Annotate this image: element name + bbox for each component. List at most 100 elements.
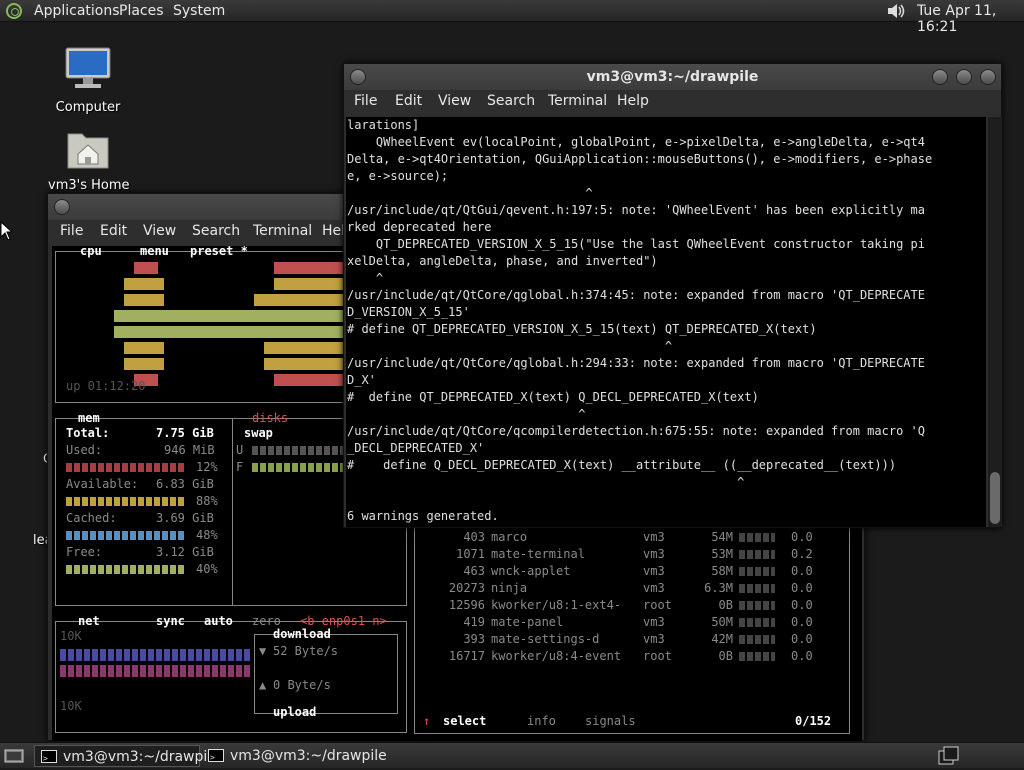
process-user: vm3 — [643, 581, 665, 595]
terminal-line: /usr/include/qt/QtCore/qglobal.h:294:33:… — [347, 356, 925, 370]
speaker-icon[interactable] — [886, 2, 906, 20]
process-pid: 393 — [463, 632, 485, 646]
process-row[interactable]: 1071 mate-terminal vm3 53M 0.2 — [415, 546, 845, 563]
process-cpu-bar — [739, 550, 775, 559]
process-cpu-bar — [739, 652, 775, 661]
process-cpu-bar — [739, 567, 775, 576]
process-name: ninja — [491, 581, 528, 595]
scrollbar-thumb[interactable] — [990, 472, 1000, 524]
process-row[interactable]: 393 mate-settings-d vm3 42M 0.0 — [415, 631, 845, 648]
terminal-line: ^ — [347, 407, 586, 421]
workspace-switcher-icon[interactable] — [938, 746, 960, 766]
window-menu-button[interactable] — [54, 199, 70, 215]
process-cpu: 0.0 — [791, 530, 813, 544]
process-row[interactable]: 12596 kworker/u8:1-ext4- root 0B 0.0 — [415, 597, 845, 614]
preset-tab[interactable]: preset * — [190, 246, 248, 260]
terminal-line: Delta, e->qt4Orientation, QGuiApplicatio… — [347, 152, 933, 166]
close-button[interactable] — [980, 69, 996, 85]
task-button-drawpile-2[interactable]: vm3@vm3:~/drawpile — [202, 745, 387, 769]
process-row[interactable]: 20273 ninja vm3 6.3M 0.0 — [415, 580, 845, 597]
swap-free-label: F — [236, 460, 244, 474]
process-row[interactable]: 403 marco vm3 54M 0.0 — [415, 529, 845, 546]
menu-search[interactable]: Search — [192, 223, 240, 239]
terminal-line: # define QT_DEPRECATED_VERSION_X_5_15(te… — [347, 322, 817, 336]
process-row[interactable]: 463 wnck-applet vm3 58M 0.0 — [415, 563, 845, 580]
mem-cached-value: 3.69 GiB — [156, 511, 214, 525]
mate-logo-icon[interactable] — [6, 3, 22, 19]
home-desktop-icon[interactable]: vm3's Home — [48, 128, 130, 193]
menu-tab[interactable]: menu — [140, 246, 169, 260]
clock[interactable]: Tue Apr 11, 16:21 — [917, 3, 1024, 35]
upload-arrow-icon: ▲ — [259, 678, 267, 692]
menu-search[interactable]: Search — [487, 93, 535, 109]
menu-view[interactable]: View — [143, 223, 176, 239]
terminal-line: ^ — [347, 186, 593, 200]
process-pid: 419 — [463, 615, 485, 629]
terminal-line: ^ — [347, 339, 673, 353]
window-menu-button[interactable] — [350, 69, 366, 85]
net-sync-tab[interactable]: sync — [156, 613, 185, 630]
show-desktop-icon[interactable] — [4, 747, 24, 765]
terminal-scrollbar[interactable] — [988, 117, 1002, 527]
terminal-line: D_X' — [347, 373, 376, 387]
process-cpu-bar — [739, 601, 775, 610]
drawpile-terminal-window[interactable]: vm3@vm3:~/drawpile File Edit View Search… — [343, 63, 1002, 528]
mem-available-label: Available: — [66, 477, 139, 491]
menu-file[interactable]: File — [60, 223, 83, 239]
process-name: kworker/u8:1-ext4- — [491, 598, 622, 612]
window-title: vm3@vm3:~/drawpile — [586, 69, 759, 85]
upload-label: upload — [273, 705, 317, 719]
menu-terminal[interactable]: Terminal — [548, 93, 607, 109]
task-label: vm3@vm3:~/drawpile — [63, 749, 220, 765]
system-menu[interactable]: System — [173, 3, 225, 19]
places-menu[interactable]: Places — [119, 3, 164, 19]
terminal-line: _DECL_DEPRECATED_X' — [347, 441, 485, 455]
maximize-button[interactable] — [956, 69, 972, 85]
front-titlebar[interactable]: vm3@vm3:~/drawpile — [344, 64, 1001, 90]
process-cpu: 0.0 — [791, 564, 813, 578]
process-name: mate-settings-d — [491, 632, 600, 646]
process-row[interactable]: 16717 kworker/u8:4-event root 0B 0.0 — [415, 648, 845, 665]
menu-file[interactable]: File — [354, 93, 377, 109]
process-cpu: 0.0 — [791, 581, 813, 595]
terminal-line: # define Q_DECL_DEPRECATED_X(text) __att… — [347, 458, 897, 472]
proc-info[interactable]: info — [527, 713, 556, 730]
net-scale-top: 10K — [60, 629, 82, 643]
computer-desktop-icon[interactable]: Computer — [50, 46, 126, 115]
process-cpu-bar — [739, 584, 775, 593]
process-row[interactable]: 419 mate-panel vm3 50M 0.0 — [415, 614, 845, 631]
mem-available-pct: 88% — [196, 494, 218, 508]
process-mem: 6.3M — [704, 581, 733, 595]
net-box: net sync auto zero <b enp0s1 n> 10K 10K … — [55, 614, 407, 733]
proc-signals[interactable]: signals — [585, 713, 636, 730]
process-pid: 16717 — [448, 649, 485, 663]
net-auto-tab[interactable]: auto — [204, 613, 233, 630]
terminal-line: ^ — [347, 271, 384, 285]
menu-edit[interactable]: Edit — [395, 93, 422, 109]
process-pid: 403 — [463, 530, 485, 544]
mem-used-bar — [66, 463, 184, 472]
applications-menu[interactable]: Applications — [34, 3, 120, 19]
mem-available-bar — [66, 497, 184, 506]
menu-edit[interactable]: Edit — [100, 223, 127, 239]
menu-terminal[interactable]: Terminal — [253, 223, 312, 239]
mem-total-value: 7.75 GiB — [156, 426, 214, 440]
menu-help[interactable]: Help — [617, 93, 649, 109]
cpu-tab[interactable]: cpu — [80, 246, 102, 260]
process-cpu: 0.0 — [791, 649, 813, 663]
mem-free-pct: 40% — [196, 562, 218, 576]
process-user: vm3 — [643, 530, 665, 544]
home-folder-icon — [67, 133, 109, 169]
mem-available-value: 6.83 GiB — [156, 477, 214, 491]
process-pid: 12596 — [448, 598, 485, 612]
minimize-button[interactable] — [932, 69, 948, 85]
swap-used-label: U — [236, 443, 244, 457]
mem-used-label: Used: — [66, 443, 103, 457]
menu-view[interactable]: View — [438, 93, 471, 109]
proc-select[interactable]: select — [443, 713, 486, 730]
process-user: root — [643, 649, 672, 663]
mem-free-value: 3.12 GiB — [156, 545, 214, 559]
terminal-output[interactable]: larations] QWheelEvent ev(localPoint, gl… — [346, 117, 986, 527]
task-button-drawpile-1[interactable]: vm3@vm3:~/drawpile — [34, 745, 220, 770]
